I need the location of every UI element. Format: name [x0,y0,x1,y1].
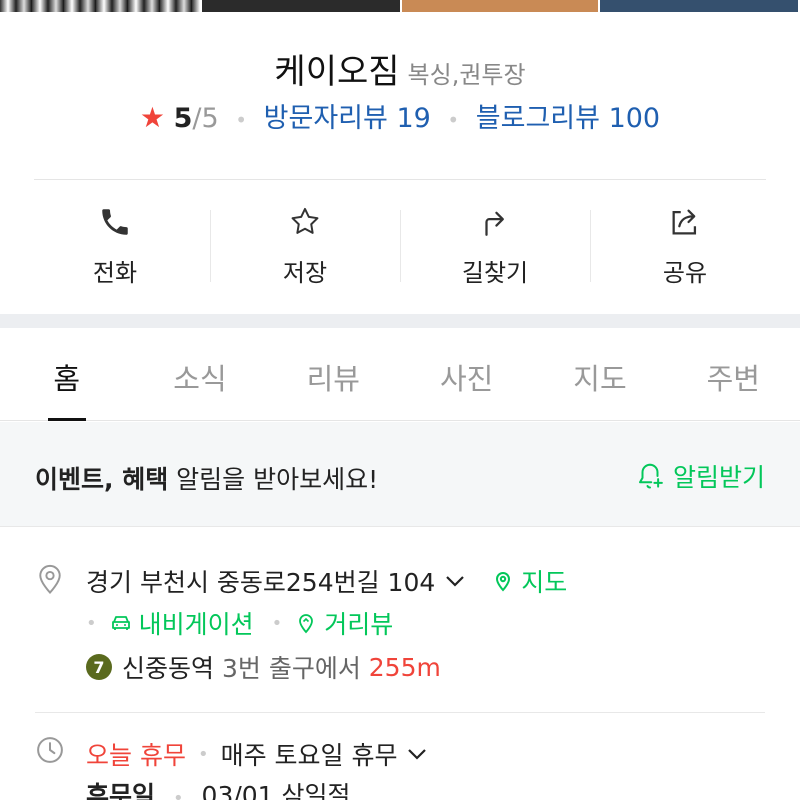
place-name: 케이오짐 [274,52,400,92]
tab-news[interactable]: 소식 [133,328,266,420]
star-outline-icon [291,207,319,234]
navigation-link[interactable]: 내비게이션 [109,605,254,641]
hours-schedule: 매주 토요일 휴무 [220,741,398,770]
phone-icon [102,209,128,235]
business-status: 오늘 휴무 [86,741,186,770]
divider [35,712,765,713]
place-header: 케이오짐 복싱,권투장 [0,44,800,93]
chevron-down-icon[interactable] [407,742,427,766]
address-text[interactable]: 경기 부천시 중동로254번길 104 [86,563,435,599]
tab-map[interactable]: 지도 [533,328,666,420]
photo-thumbnail[interactable] [400,0,598,12]
call-label: 전화 [92,259,138,287]
tab-reviews[interactable]: 리뷰 [267,328,400,420]
clock-icon [37,737,63,763]
tab-nearby[interactable]: 주변 [667,328,800,420]
notification-banner: 이벤트, 혜택 알림을 받아보세요! 알림받기 [0,422,800,527]
subway-line-badge: 7 [86,654,112,680]
station-exit: 3번 출구에서 [214,654,369,683]
share-icon [672,209,697,235]
holiday-row: 휴무일 • 03/01 삼일절 [86,776,351,800]
save-button[interactable]: 저장 [210,200,400,290]
banner-body-text: 알림을 받아보세요! [168,465,379,494]
blog-reviews-link[interactable]: 블로그리뷰 100 [476,103,660,134]
map-link-label: 지도 [521,568,568,597]
holiday-label: 휴무일 [86,781,156,800]
navigation-link-label: 내비게이션 [138,610,254,639]
location-pin-icon [39,564,61,594]
star-icon: ★ [139,101,165,134]
chevron-down-icon[interactable] [445,569,465,593]
action-bar: 전화 저장 길찾기 공유 [20,200,780,290]
directions-label: 길찾기 [461,259,529,287]
tab-home[interactable]: 홈 [0,328,133,420]
section-separator [0,314,800,328]
hours-row[interactable]: 오늘 휴무 • 매주 토요일 휴무 [86,736,453,772]
place-category: 복싱,권투장 [407,61,526,89]
tab-photos[interactable]: 사진 [400,328,533,420]
address-row: 경기 부천시 중동로254번길 104 지도 [86,563,567,599]
separator-dot: • [86,612,97,634]
banner-text: 이벤트, 혜택 알림을 받아보세요! [35,460,378,496]
photo-strip[interactable] [0,0,800,12]
subscribe-alert-label: 알림받기 [672,463,765,492]
separator-dot: • [447,107,460,132]
holiday-value: 03/01 삼일절 [201,781,351,800]
separator-dot: • [235,107,248,132]
address-links-row: • 내비게이션 • 거리뷰 [86,605,393,641]
separator-dot: • [172,788,184,800]
streetview-pin-icon [299,614,314,634]
directions-button[interactable]: 길찾기 [400,200,590,290]
car-icon [111,616,130,630]
transit-row: 7 신중동역 3번 출구에서 255m [86,649,441,685]
photo-thumbnail[interactable] [598,0,798,12]
call-button[interactable]: 전화 [20,200,210,290]
directions-icon [485,211,504,236]
divider [34,179,766,180]
banner-bold-text: 이벤트, 혜택 [35,465,169,494]
bell-plus-icon [638,463,663,489]
photo-thumbnail[interactable] [200,0,400,12]
share-button[interactable]: 공유 [590,200,780,290]
rating-summary: ★ 5/5 • 방문자리뷰 19 • 블로그리뷰 100 [0,96,800,135]
visitor-reviews-link[interactable]: 방문자리뷰 19 [264,103,431,134]
separator-dot: • [271,612,283,634]
streetview-link[interactable]: 거리뷰 [294,605,393,641]
station-name: 신중동역 [122,654,215,683]
station-distance: 255m [368,652,441,682]
subscribe-alert-button[interactable]: 알림받기 [635,458,765,494]
map-link[interactable]: 지도 [491,563,567,599]
share-label: 공유 [662,259,708,287]
map-pin-icon [496,572,511,592]
photo-thumbnail[interactable] [0,0,200,12]
separator-dot: • [197,743,209,765]
save-label: 저장 [282,259,328,287]
tab-bar: 홈 소식 리뷰 사진 지도 주변 [0,328,800,421]
rating-score: 5 [173,103,193,134]
streetview-link-label: 거리뷰 [324,610,394,639]
rating-max: /5 [192,103,219,134]
